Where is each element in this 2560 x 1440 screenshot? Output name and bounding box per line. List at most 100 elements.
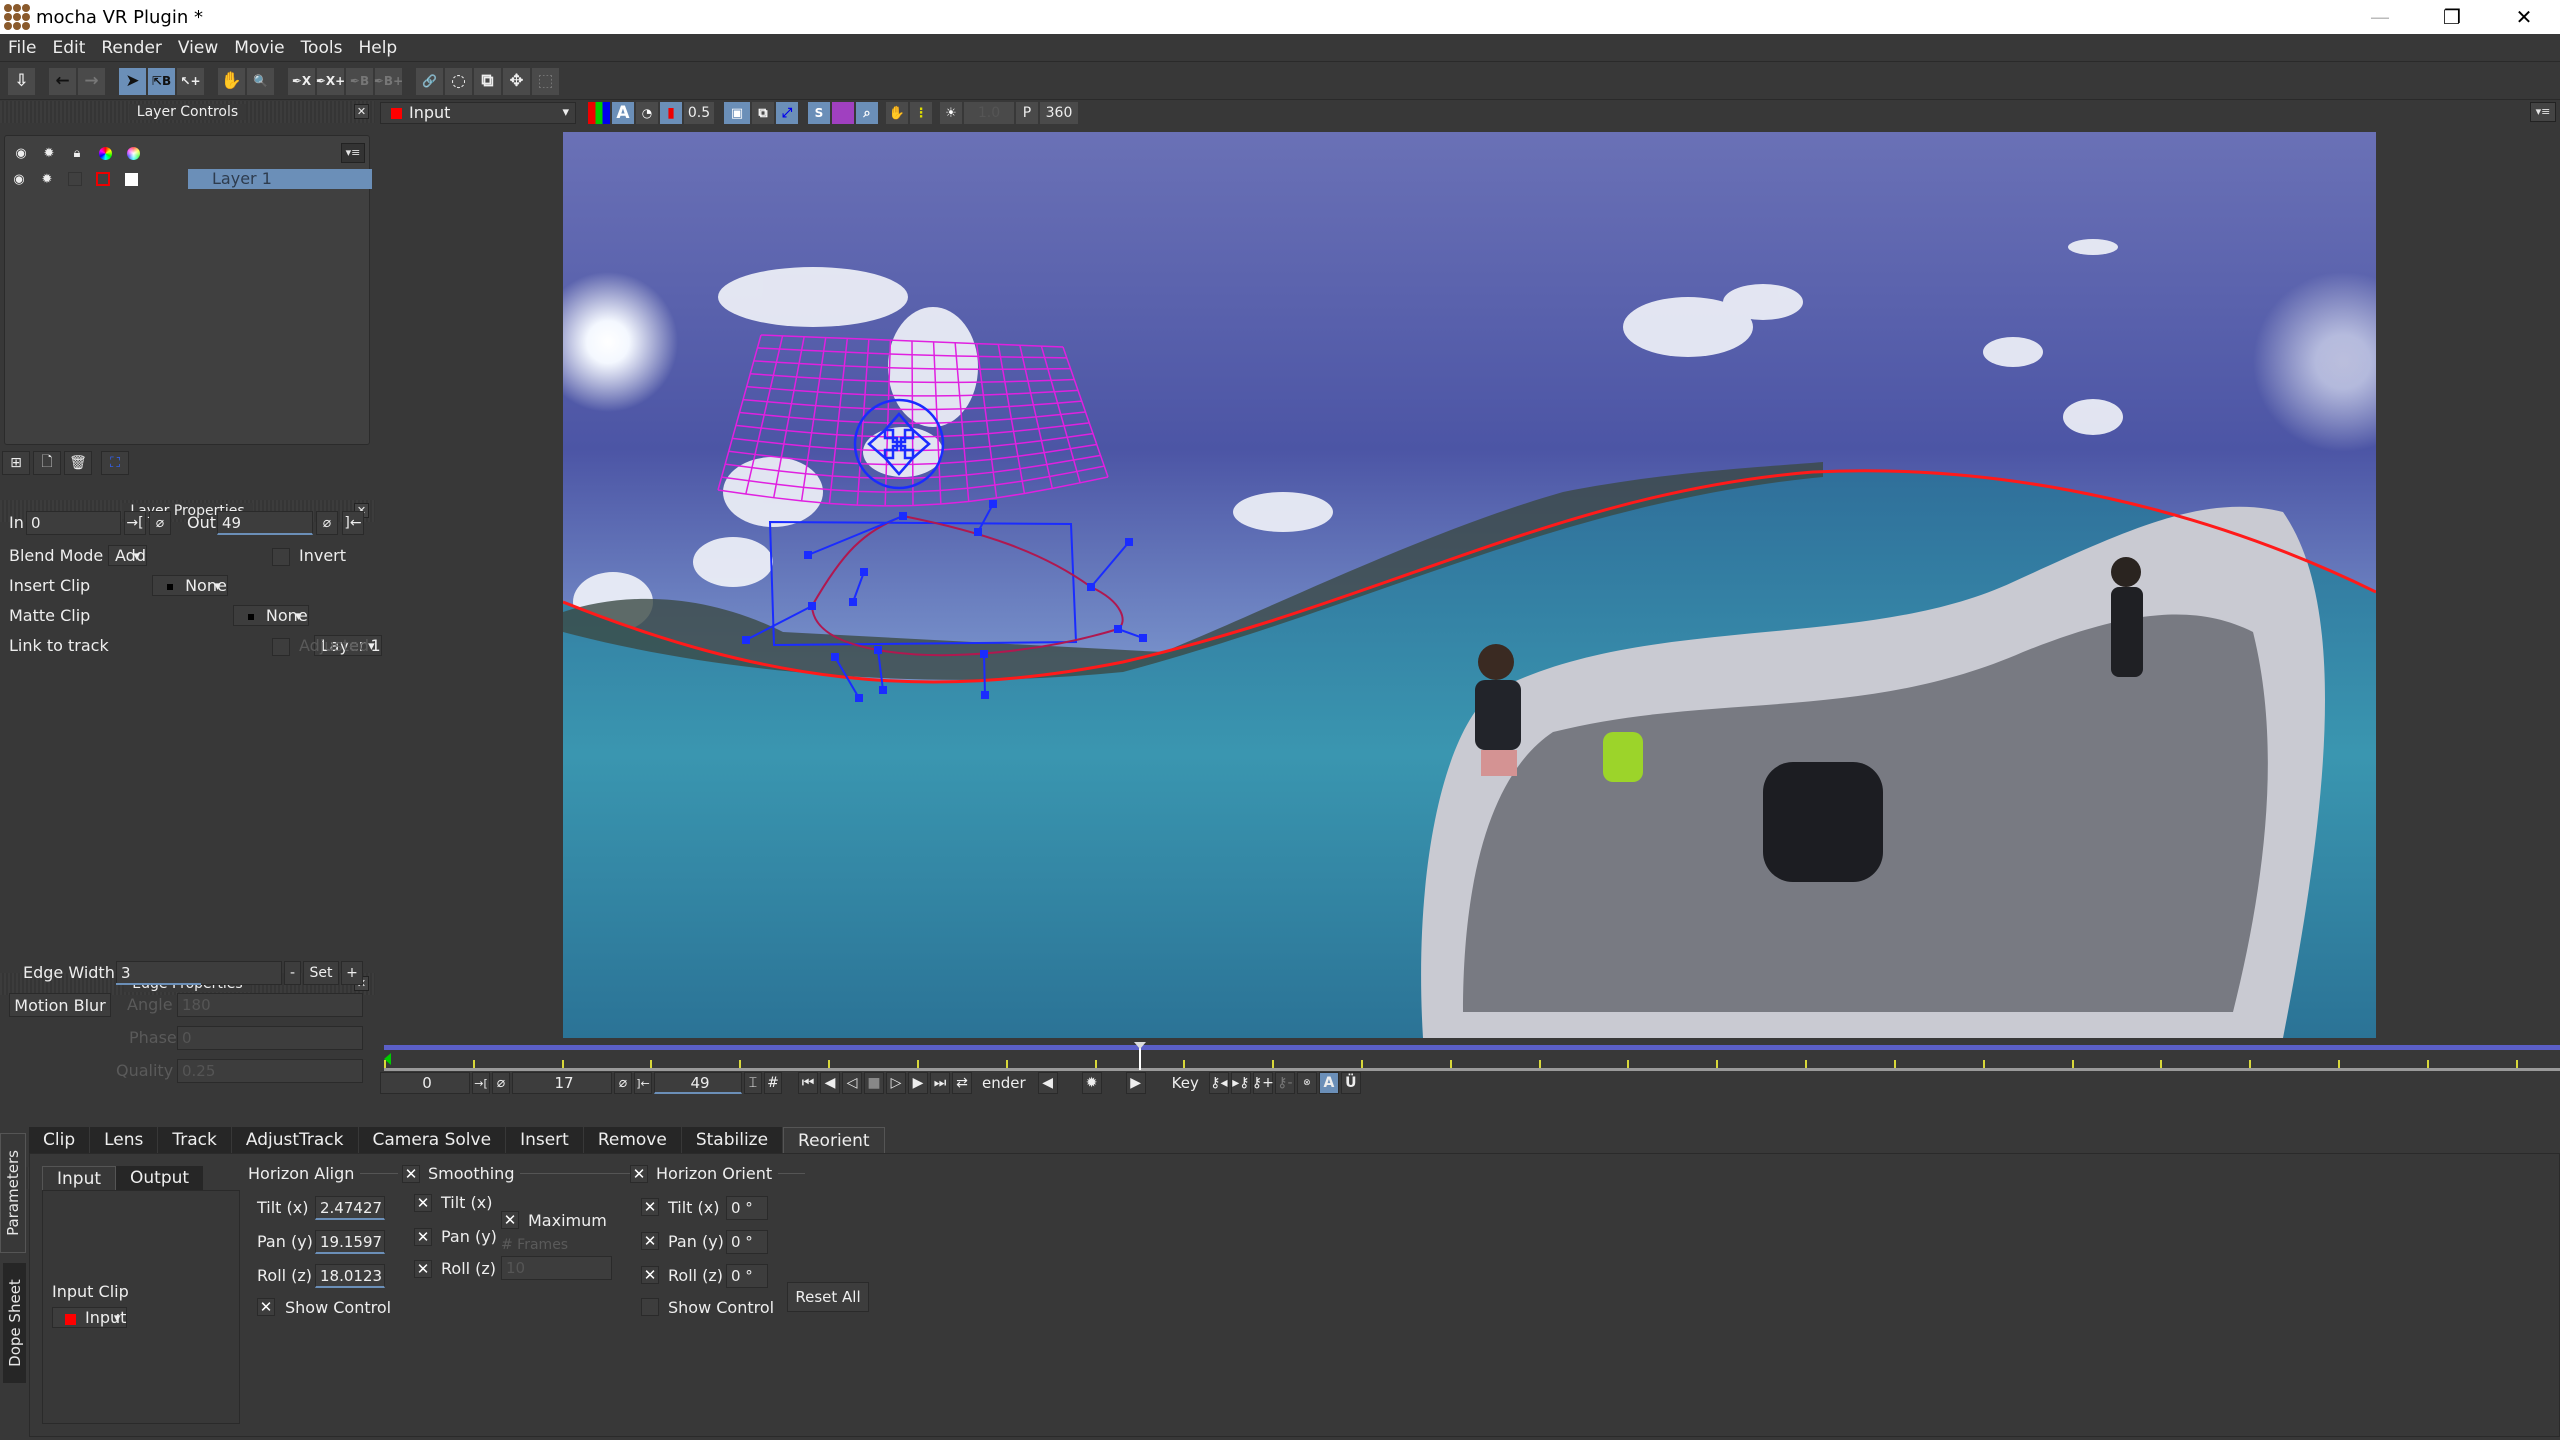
- tab-clip[interactable]: Clip: [29, 1127, 91, 1153]
- smoothing-checkbox[interactable]: ✕: [402, 1164, 420, 1183]
- frames-field[interactable]: 10: [501, 1256, 612, 1280]
- magnifier-icon[interactable]: ⌕: [856, 102, 878, 124]
- alpha-channel-icon[interactable]: A: [612, 102, 634, 124]
- in-keyframe-icon[interactable]: ⌀: [149, 511, 171, 535]
- control-point[interactable]: [981, 691, 989, 699]
- menu-file[interactable]: File: [0, 38, 44, 58]
- unlink-icon[interactable]: Ü: [1340, 1072, 1361, 1094]
- menu-edit[interactable]: Edit: [44, 38, 93, 58]
- step-backward-icon[interactable]: ◁: [842, 1072, 862, 1094]
- control-point[interactable]: [804, 551, 812, 559]
- play-forward-icon[interactable]: ▶: [908, 1072, 928, 1094]
- control-point[interactable]: [1114, 625, 1122, 633]
- matte-clip-select[interactable]: None: [232, 605, 309, 626]
- playhead[interactable]: [1133, 1042, 1146, 1070]
- control-point[interactable]: [980, 650, 988, 658]
- stop-icon[interactable]: ■: [864, 1072, 884, 1094]
- delete-all-keys-icon[interactable]: ⊗: [1296, 1072, 1317, 1094]
- select-tool-icon[interactable]: ➤: [119, 67, 146, 95]
- in-keyframe-icon[interactable]: ⌀: [492, 1072, 510, 1094]
- step-forward-icon[interactable]: ▷: [886, 1072, 906, 1094]
- edge-width-field[interactable]: 3: [116, 961, 282, 985]
- viewer-menu-icon[interactable]: ▾≡: [2530, 102, 2556, 122]
- angle-field[interactable]: 180: [177, 993, 363, 1017]
- tab-camera-solve[interactable]: Camera Solve: [358, 1127, 507, 1153]
- input-clip-select[interactable]: Input: [52, 1307, 128, 1328]
- new-group-icon[interactable]: ⊞: [2, 451, 30, 475]
- menu-tools[interactable]: Tools: [293, 38, 351, 58]
- menu-help[interactable]: Help: [350, 38, 405, 58]
- grid-icon[interactable]: [832, 102, 854, 124]
- out-keyframe-icon[interactable]: ⌀: [316, 511, 338, 535]
- restore-button[interactable]: ❐: [2416, 0, 2488, 34]
- set-out-icon[interactable]: ]←: [342, 511, 364, 535]
- surface-icon[interactable]: S: [808, 102, 830, 124]
- control-point[interactable]: [974, 528, 982, 536]
- control-point[interactable]: [1087, 583, 1095, 591]
- tab-remove[interactable]: Remove: [583, 1127, 682, 1153]
- control-point[interactable]: [879, 686, 887, 694]
- reset-all-button[interactable]: Reset All: [787, 1282, 869, 1312]
- horizon-align-show-control-checkbox[interactable]: ✕: [257, 1298, 275, 1316]
- control-point[interactable]: [899, 512, 907, 520]
- gear-icon[interactable]: ✹: [35, 146, 63, 161]
- clip-select[interactable]: Input: [380, 102, 576, 124]
- delete-icon[interactable]: 🗑: [64, 451, 92, 475]
- current-frame-field[interactable]: 17: [512, 1072, 612, 1094]
- gear-icon[interactable]: ✹: [33, 172, 61, 187]
- horizon-roll-field[interactable]: 18.0123: [315, 1264, 385, 1288]
- control-point[interactable]: [860, 568, 868, 576]
- motion-blur-button[interactable]: Motion Blur: [9, 993, 111, 1017]
- smooth-roll-checkbox[interactable]: ✕: [414, 1260, 432, 1278]
- link-icon[interactable]: 🔗: [416, 67, 443, 95]
- prev-key-icon[interactable]: ⚷◂: [1208, 1072, 1229, 1094]
- blend-mode-select[interactable]: Add: [108, 545, 147, 566]
- tab-lens[interactable]: Lens: [90, 1127, 159, 1153]
- orient-pan-checkbox[interactable]: ✕: [641, 1232, 659, 1250]
- next-key-icon[interactable]: ▸⚷: [1230, 1072, 1251, 1094]
- new-layer-icon[interactable]: 🗋: [33, 451, 61, 475]
- orient-roll-checkbox[interactable]: ✕: [641, 1266, 659, 1284]
- tab-insert[interactable]: Insert: [506, 1127, 584, 1153]
- hand-icon[interactable]: ✋: [886, 102, 908, 124]
- undo-arrow-icon[interactable]: ←: [49, 67, 76, 95]
- control-point[interactable]: [831, 653, 839, 661]
- out-keyframe-icon[interactable]: ⌀: [614, 1072, 632, 1094]
- scale-icon[interactable]: ⧉: [474, 67, 501, 95]
- play-backward-icon[interactable]: ◀: [820, 1072, 840, 1094]
- 360-mode-button[interactable]: 360: [1040, 102, 1078, 124]
- viewer-image[interactable]: [563, 132, 2376, 1038]
- horizon-orient-checkbox[interactable]: ✕: [630, 1164, 648, 1183]
- menu-movie[interactable]: Movie: [226, 38, 292, 58]
- matte-color-swatch[interactable]: [117, 172, 145, 186]
- loop-icon[interactable]: ⇄: [952, 1072, 972, 1094]
- show-layers-icon[interactable]: ▣: [724, 102, 750, 124]
- control-point[interactable]: [849, 598, 857, 606]
- orient-tilt-field[interactable]: 0 °: [726, 1196, 768, 1220]
- edge-width-slider[interactable]: [116, 983, 201, 985]
- set-out-icon[interactable]: ]←: [634, 1072, 652, 1094]
- eye-icon[interactable]: ◉: [5, 172, 33, 187]
- horizon-pan-field[interactable]: 19.1597: [315, 1230, 385, 1254]
- orient-show-control-checkbox[interactable]: [641, 1298, 659, 1316]
- set-in-icon[interactable]: →[: [472, 1072, 490, 1094]
- horizon-tilt-field[interactable]: 2.47427: [315, 1196, 385, 1220]
- frame-grid-icon[interactable]: #: [764, 1072, 782, 1094]
- maximum-smoothing-checkbox[interactable]: ✕: [501, 1211, 519, 1229]
- start-frame-field[interactable]: 0: [380, 1072, 470, 1094]
- end-frame-field[interactable]: 49: [654, 1072, 742, 1094]
- invert-checkbox[interactable]: [272, 548, 290, 566]
- rgb-channels-icon[interactable]: [588, 102, 610, 124]
- tab-input[interactable]: Input: [42, 1166, 117, 1190]
- redo-arrow-icon[interactable]: →: [78, 67, 105, 95]
- track-backward-icon[interactable]: ◀: [1037, 1072, 1058, 1094]
- orient-tilt-checkbox[interactable]: ✕: [641, 1198, 659, 1216]
- control-point[interactable]: [855, 694, 863, 702]
- orient-roll-field[interactable]: 0 °: [726, 1264, 768, 1288]
- marquee-select-icon[interactable]: ⬚: [532, 67, 559, 95]
- smooth-pan-checkbox[interactable]: ✕: [414, 1228, 432, 1246]
- proxy-button[interactable]: P: [1016, 102, 1038, 124]
- out-field[interactable]: 49: [217, 511, 313, 535]
- side-tab-parameters[interactable]: Parameters: [0, 1133, 26, 1253]
- color-picker-icon[interactable]: [119, 146, 147, 160]
